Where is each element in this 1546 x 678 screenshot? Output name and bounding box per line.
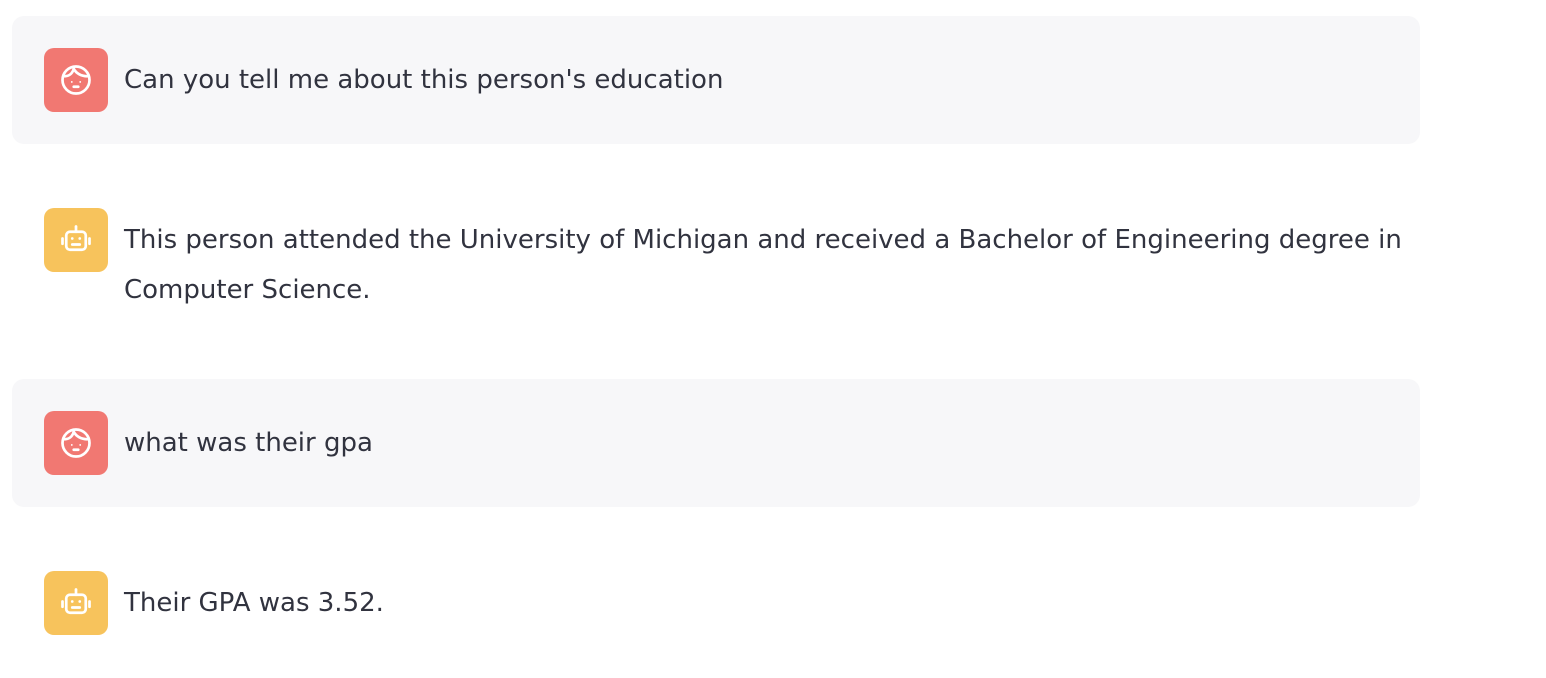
chat-message-user: Can you tell me about this person's educ… [12, 16, 1420, 144]
assistant-avatar [44, 208, 108, 272]
message-text: Their GPA was 3.52. [124, 588, 384, 618]
robot-icon [61, 225, 91, 252]
message-text: what was their gpa [124, 428, 373, 458]
face-icon [61, 65, 91, 95]
chat-message-assistant: Their GPA was 3.52. [12, 539, 1420, 667]
message-text: This person attended the University of M… [124, 225, 1411, 305]
message-text: Can you tell me about this person's educ… [124, 65, 724, 95]
face-icon [61, 428, 91, 458]
chat-message-user: what was their gpa [12, 379, 1420, 507]
user-avatar [44, 411, 108, 475]
chat-container: Can you tell me about this person's educ… [12, 16, 1420, 667]
assistant-avatar [44, 571, 108, 635]
chat-message-assistant: This person attended the University of M… [12, 176, 1420, 347]
robot-icon [61, 588, 91, 615]
user-avatar [44, 48, 108, 112]
